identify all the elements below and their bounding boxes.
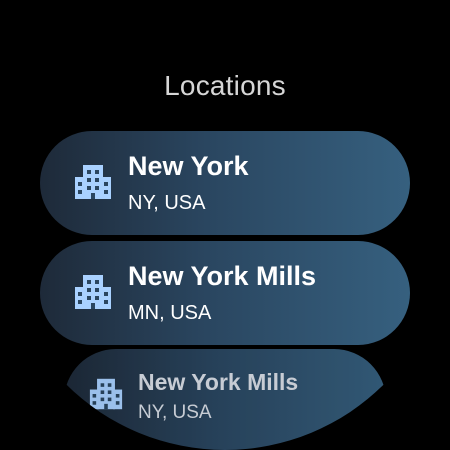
location-name: New York [128, 151, 249, 181]
city-buildings-icon [75, 165, 111, 199]
location-region: MN, USA [128, 302, 212, 324]
location-region: NY, USA [138, 402, 212, 423]
location-name: New York Mills [128, 261, 317, 291]
location-name: New York Mills [138, 369, 299, 395]
location-region: NY, USA [128, 192, 206, 214]
city-buildings-icon [89, 378, 123, 410]
round-watch-face: Locations New York NY, USA New York Mill… [0, 0, 450, 450]
watch-screen: Locations New York NY, USA New York Mill… [0, 0, 450, 450]
location-chip-new-york-mills-mn[interactable]: New York Mills MN, USA [40, 241, 410, 345]
location-chip-new-york[interactable]: New York NY, USA [40, 131, 410, 235]
location-chip-new-york-mills-ny[interactable]: New York Mills NY, USA [64, 349, 386, 450]
page-title: Locations [164, 70, 286, 101]
city-buildings-icon [75, 275, 111, 309]
